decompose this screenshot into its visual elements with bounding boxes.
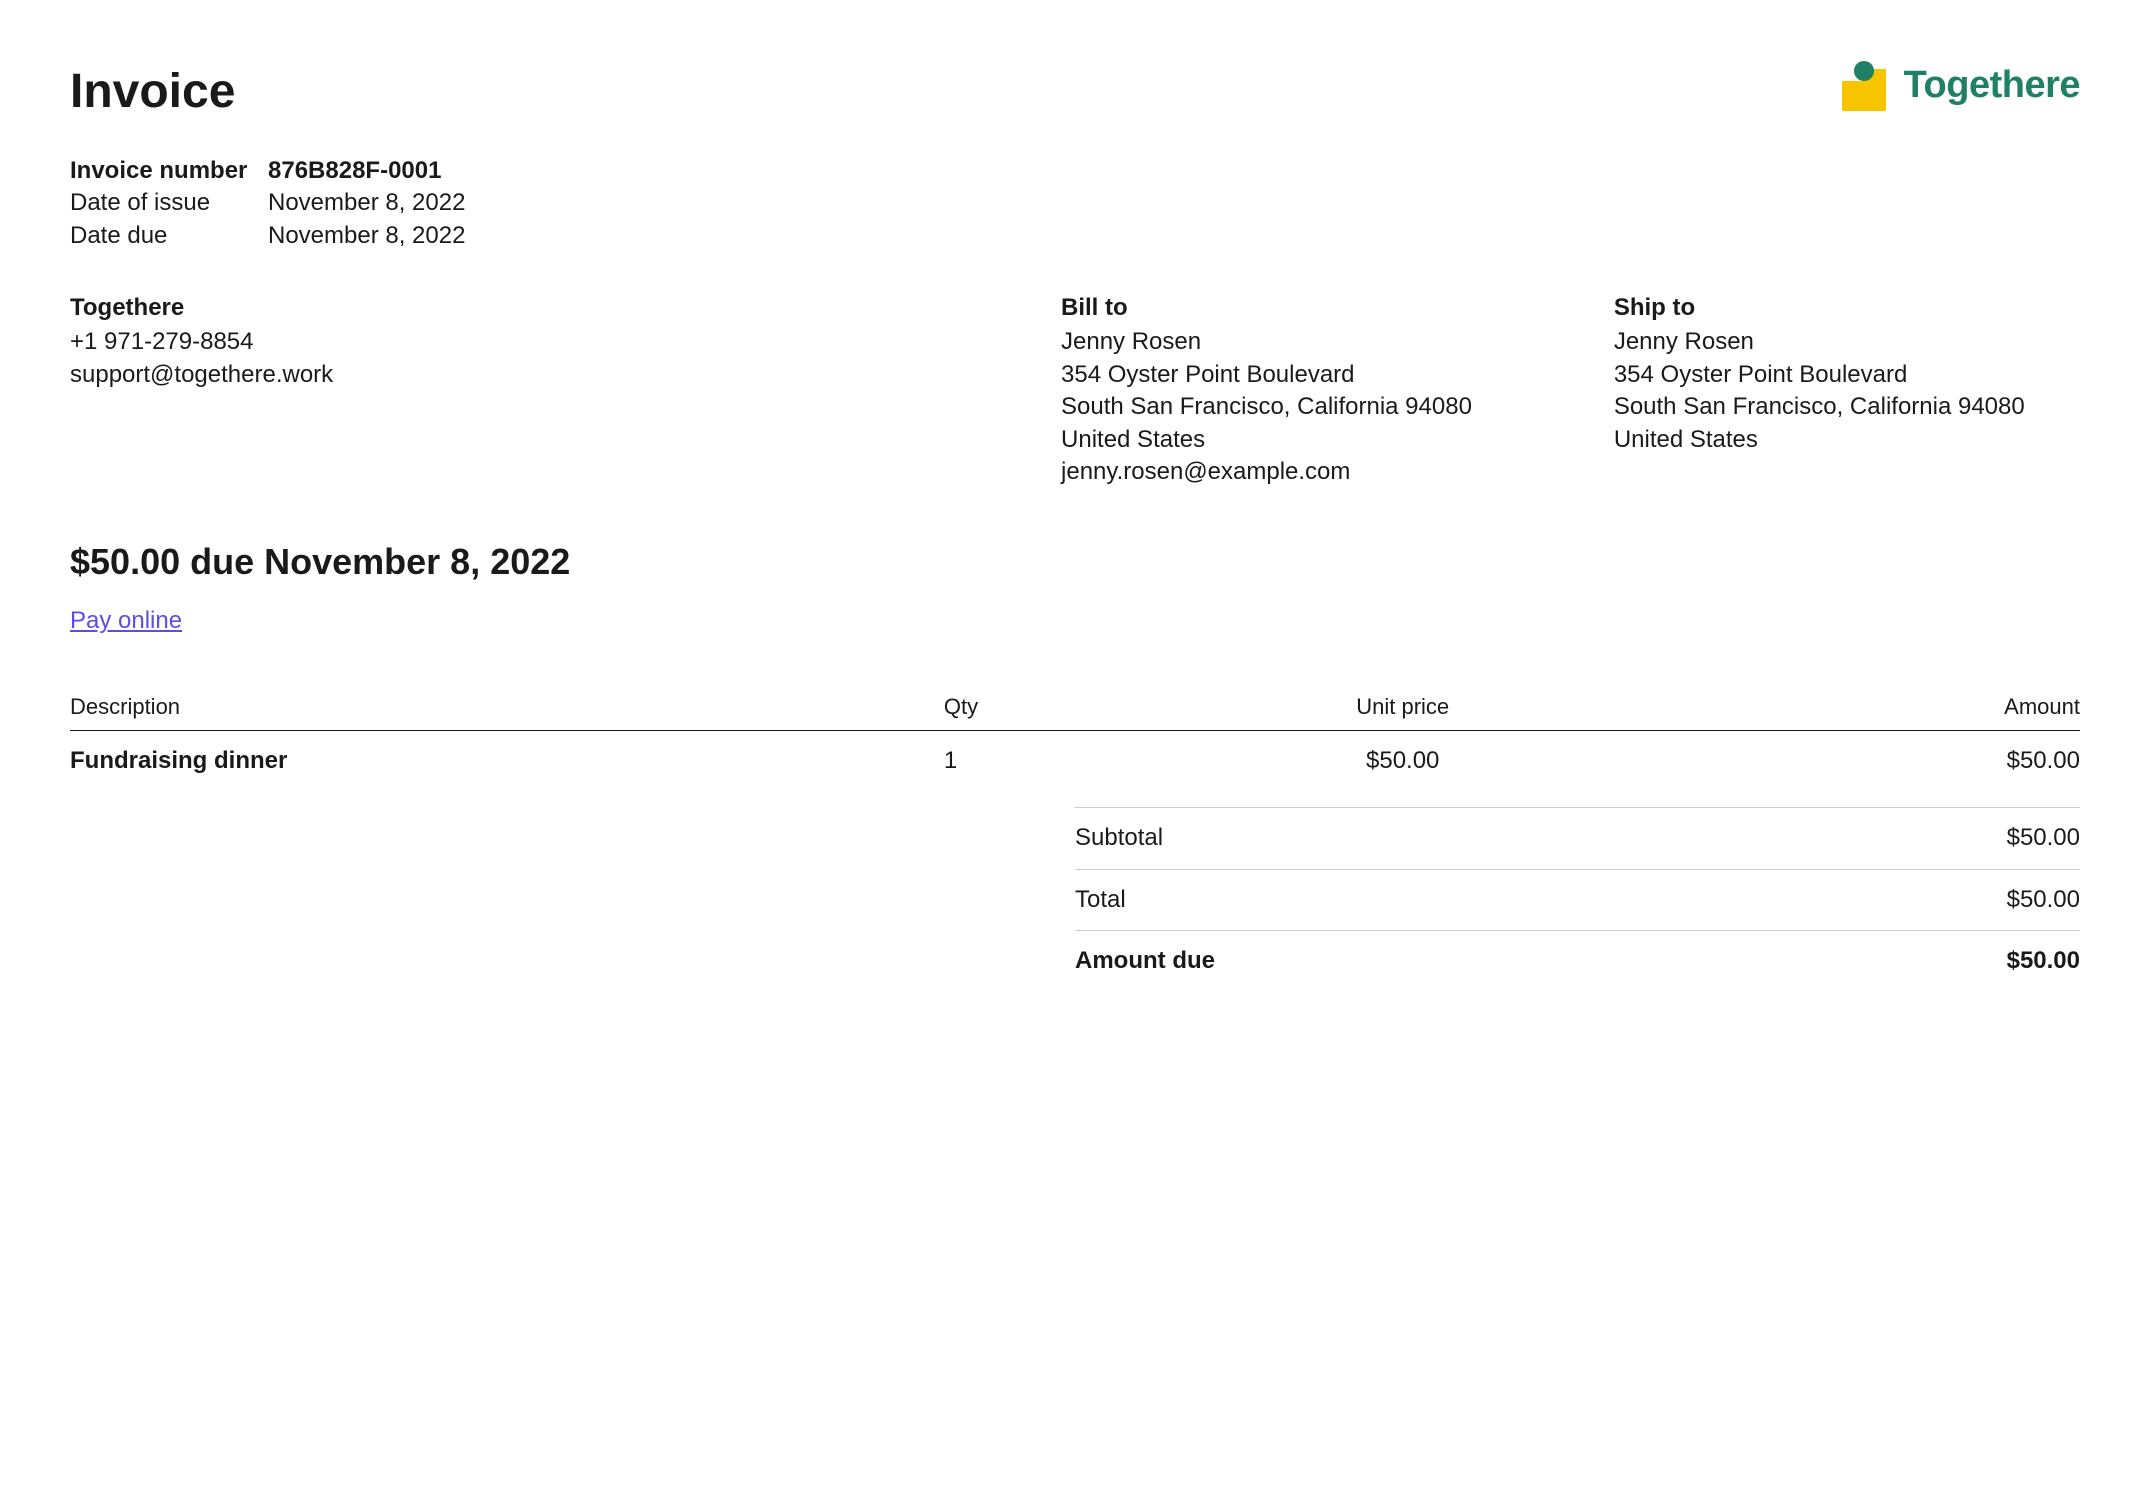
bill-to-country: United States — [1061, 424, 1574, 456]
bill-to-city: South San Francisco, California 94080 — [1061, 391, 1574, 423]
from-address: Togethere +1 971-279-8854 support@togeth… — [70, 292, 1021, 488]
brand-logo: Togethere — [1840, 60, 2080, 111]
page-title: Invoice — [70, 60, 235, 125]
invoice-meta: Invoice number 876B828F-0001 Date of iss… — [70, 155, 2080, 252]
amount-due-row: Amount due $50.00 — [1075, 930, 2080, 991]
invoice-number-value: 876B828F-0001 — [268, 155, 441, 187]
bill-to-heading: Bill to — [1061, 292, 1574, 324]
total-label: Total — [1075, 884, 1126, 916]
invoice-header: Invoice Togethere — [70, 60, 2080, 125]
header-amount: Amount — [1599, 692, 2080, 722]
from-name: Togethere — [70, 292, 1021, 324]
meta-date-of-issue: Date of issue November 8, 2022 — [70, 187, 2080, 219]
header-unit-price: Unit price — [1206, 692, 1599, 722]
amount-due-label: Amount due — [1075, 945, 1215, 977]
header-qty: Qty — [944, 692, 1206, 722]
ship-to-name: Jenny Rosen — [1614, 326, 2080, 358]
row-amount: $50.00 — [1599, 745, 2080, 777]
from-email: support@togethere.work — [70, 359, 1021, 391]
pay-online-link[interactable]: Pay online — [70, 605, 182, 637]
bill-to-email: jenny.rosen@example.com — [1061, 456, 1574, 488]
row-description: Fundraising dinner — [70, 745, 944, 777]
meta-invoice-number: Invoice number 876B828F-0001 — [70, 155, 2080, 187]
row-unit-price: $50.00 — [1206, 745, 1599, 777]
meta-date-due: Date due November 8, 2022 — [70, 220, 2080, 252]
ship-to-city: South San Francisco, California 94080 — [1614, 391, 2080, 423]
total-row: Total $50.00 — [1075, 869, 2080, 930]
date-due-label: Date due — [70, 220, 250, 252]
bill-to-address: Bill to Jenny Rosen 354 Oyster Point Bou… — [1061, 292, 1574, 488]
brand-name: Togethere — [1904, 60, 2080, 111]
table-row: Fundraising dinner 1 $50.00 $50.00 — [70, 731, 2080, 807]
subtotal-value: $50.00 — [2007, 822, 2080, 854]
row-qty: 1 — [944, 745, 1206, 777]
from-phone: +1 971-279-8854 — [70, 326, 1021, 358]
togethere-logo-icon — [1840, 61, 1890, 111]
subtotal-row: Subtotal $50.00 — [1075, 807, 2080, 868]
totals-section: Subtotal $50.00 Total $50.00 Amount due … — [1075, 807, 2080, 991]
ship-to-heading: Ship to — [1614, 292, 2080, 324]
amount-due-summary: $50.00 due November 8, 2022 — [70, 538, 2080, 587]
invoice-number-label: Invoice number — [70, 155, 250, 187]
table-header: Description Qty Unit price Amount — [70, 692, 2080, 731]
ship-to-country: United States — [1614, 424, 2080, 456]
bill-to-street: 354 Oyster Point Boulevard — [1061, 359, 1574, 391]
ship-to-address: Ship to Jenny Rosen 354 Oyster Point Bou… — [1614, 292, 2080, 488]
subtotal-label: Subtotal — [1075, 822, 1163, 854]
header-description: Description — [70, 692, 944, 722]
line-items-table: Description Qty Unit price Amount Fundra… — [70, 692, 2080, 991]
bill-to-name: Jenny Rosen — [1061, 326, 1574, 358]
address-section: Togethere +1 971-279-8854 support@togeth… — [70, 292, 2080, 488]
ship-to-street: 354 Oyster Point Boulevard — [1614, 359, 2080, 391]
date-due-value: November 8, 2022 — [268, 220, 465, 252]
amount-due-value: $50.00 — [2007, 945, 2080, 977]
total-value: $50.00 — [2007, 884, 2080, 916]
date-of-issue-value: November 8, 2022 — [268, 187, 465, 219]
date-of-issue-label: Date of issue — [70, 187, 250, 219]
